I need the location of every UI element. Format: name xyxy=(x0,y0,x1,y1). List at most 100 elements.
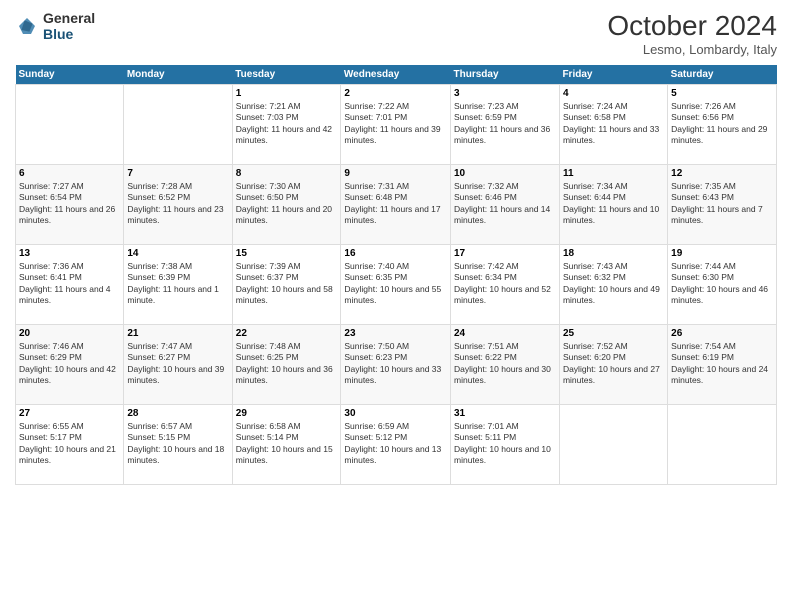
day-info: Sunrise: 7:21 AM Sunset: 7:03 PM Dayligh… xyxy=(236,101,338,147)
day-info: Sunrise: 7:46 AM Sunset: 6:29 PM Dayligh… xyxy=(19,341,120,387)
day-info: Sunrise: 6:57 AM Sunset: 5:15 PM Dayligh… xyxy=(127,421,228,467)
logo-blue: Blue xyxy=(43,26,95,42)
day-number: 29 xyxy=(236,408,338,419)
calendar-cell: 18 Sunrise: 7:43 AM Sunset: 6:32 PM Dayli… xyxy=(559,245,667,325)
day-number: 20 xyxy=(19,328,120,339)
calendar-cell: 29Sunrise: 6:58 AM Sunset: 5:14 PM Dayli… xyxy=(232,405,341,485)
day-info: Sunrise: 7:42 AM Sunset: 6:34 PM Dayligh… xyxy=(454,261,556,307)
month-title: October 2024 xyxy=(607,10,777,42)
day-number: 15 xyxy=(236,248,338,259)
day-info: Sunrise: 7:52 AM Sunset: 6:20 PM Dayligh… xyxy=(563,341,664,387)
day-number: 27 xyxy=(19,408,120,419)
day-info: Sunrise: 7:47 AM Sunset: 6:27 PM Dayligh… xyxy=(127,341,228,387)
day-number: 19 xyxy=(671,248,773,259)
calendar-cell: 23 Sunrise: 7:50 AM Sunset: 6:23 PM Dayli… xyxy=(341,325,451,405)
calendar-cell: 6Sunrise: 7:27 AM Sunset: 6:54 PM Daylig… xyxy=(16,165,124,245)
day-number: 1 xyxy=(236,88,338,99)
day-number: 2 xyxy=(344,88,447,99)
day-number: 22 xyxy=(236,328,338,339)
calendar-cell: 21 Sunrise: 7:47 AM Sunset: 6:27 PM Dayli… xyxy=(124,325,232,405)
main-container: General Blue October 2024 Lesmo, Lombard… xyxy=(0,0,792,612)
calendar-cell: 8 Sunrise: 7:30 AM Sunset: 6:50 PM Daylig… xyxy=(232,165,341,245)
day-number: 17 xyxy=(454,248,556,259)
calendar-week-row: 13Sunrise: 7:36 AM Sunset: 6:41 PM Dayli… xyxy=(16,245,777,325)
calendar-cell: 4 Sunrise: 7:24 AM Sunset: 6:58 PM Daylig… xyxy=(559,85,667,165)
calendar-cell: 9 Sunrise: 7:31 AM Sunset: 6:48 PM Daylig… xyxy=(341,165,451,245)
weekday-header: Thursday xyxy=(451,65,560,85)
calendar-cell: 10Sunrise: 7:32 AM Sunset: 6:46 PM Dayli… xyxy=(451,165,560,245)
calendar-week-row: 27 Sunrise: 6:55 AM Sunset: 5:17 PM Dayli… xyxy=(16,405,777,485)
day-info: Sunrise: 7:54 AM Sunset: 6:19 PM Dayligh… xyxy=(671,341,773,387)
day-number: 28 xyxy=(127,408,228,419)
header: General Blue October 2024 Lesmo, Lombard… xyxy=(15,10,777,57)
day-info: Sunrise: 7:26 AM Sunset: 6:56 PM Dayligh… xyxy=(671,101,773,147)
day-info: Sunrise: 7:50 AM Sunset: 6:23 PM Dayligh… xyxy=(344,341,447,387)
weekday-header: Sunday xyxy=(16,65,124,85)
weekday-header: Monday xyxy=(124,65,232,85)
calendar-cell: 30Sunrise: 6:59 AM Sunset: 5:12 PM Dayli… xyxy=(341,405,451,485)
day-info: Sunrise: 7:32 AM Sunset: 6:46 PM Dayligh… xyxy=(454,181,556,227)
day-number: 4 xyxy=(563,88,664,99)
calendar-cell: 26 Sunrise: 7:54 AM Sunset: 6:19 PM Dayli… xyxy=(668,325,777,405)
weekday-header: Wednesday xyxy=(341,65,451,85)
calendar-cell: 15 Sunrise: 7:39 AM Sunset: 6:37 PM Dayli… xyxy=(232,245,341,325)
calendar-cell: 20 Sunrise: 7:46 AM Sunset: 6:29 PM Dayli… xyxy=(16,325,124,405)
weekday-header: Saturday xyxy=(668,65,777,85)
calendar-cell: 3 Sunrise: 7:23 AM Sunset: 6:59 PM Daylig… xyxy=(451,85,560,165)
day-number: 31 xyxy=(454,408,556,419)
day-number: 6 xyxy=(19,168,120,179)
calendar-cell: 1 Sunrise: 7:21 AM Sunset: 7:03 PM Daylig… xyxy=(232,85,341,165)
calendar-cell: 13Sunrise: 7:36 AM Sunset: 6:41 PM Dayli… xyxy=(16,245,124,325)
day-info: Sunrise: 7:39 AM Sunset: 6:37 PM Dayligh… xyxy=(236,261,338,307)
day-info: Sunrise: 7:22 AM Sunset: 7:01 PM Dayligh… xyxy=(344,101,447,147)
calendar-cell: 11Sunrise: 7:34 AM Sunset: 6:44 PM Dayli… xyxy=(559,165,667,245)
day-number: 5 xyxy=(671,88,773,99)
weekday-header: Tuesday xyxy=(232,65,341,85)
day-info: Sunrise: 7:28 AM Sunset: 6:52 PM Dayligh… xyxy=(127,181,228,227)
location: Lesmo, Lombardy, Italy xyxy=(607,42,777,57)
day-number: 14 xyxy=(127,248,228,259)
calendar-cell: 5 Sunrise: 7:26 AM Sunset: 6:56 PM Daylig… xyxy=(668,85,777,165)
calendar-cell: 24 Sunrise: 7:51 AM Sunset: 6:22 PM Dayli… xyxy=(451,325,560,405)
day-number: 21 xyxy=(127,328,228,339)
calendar-cell xyxy=(668,405,777,485)
day-info: Sunrise: 7:24 AM Sunset: 6:58 PM Dayligh… xyxy=(563,101,664,147)
day-number: 9 xyxy=(344,168,447,179)
weekday-header-row: SundayMondayTuesdayWednesdayThursdayFrid… xyxy=(16,65,777,85)
calendar-cell: 19 Sunrise: 7:44 AM Sunset: 6:30 PM Dayli… xyxy=(668,245,777,325)
day-info: Sunrise: 7:34 AM Sunset: 6:44 PM Dayligh… xyxy=(563,181,664,227)
day-number: 7 xyxy=(127,168,228,179)
day-number: 12 xyxy=(671,168,773,179)
day-info: Sunrise: 7:43 AM Sunset: 6:32 PM Dayligh… xyxy=(563,261,664,307)
day-info: Sunrise: 6:59 AM Sunset: 5:12 PM Dayligh… xyxy=(344,421,447,467)
day-number: 16 xyxy=(344,248,447,259)
calendar-cell xyxy=(124,85,232,165)
calendar-cell: 7 Sunrise: 7:28 AM Sunset: 6:52 PM Daylig… xyxy=(124,165,232,245)
calendar-cell xyxy=(559,405,667,485)
day-number: 3 xyxy=(454,88,556,99)
day-info: Sunrise: 7:35 AM Sunset: 6:43 PM Dayligh… xyxy=(671,181,773,227)
day-info: Sunrise: 7:23 AM Sunset: 6:59 PM Dayligh… xyxy=(454,101,556,147)
weekday-header: Friday xyxy=(559,65,667,85)
day-info: Sunrise: 7:01 AM Sunset: 5:11 PM Dayligh… xyxy=(454,421,556,467)
day-number: 23 xyxy=(344,328,447,339)
day-info: Sunrise: 7:31 AM Sunset: 6:48 PM Dayligh… xyxy=(344,181,447,227)
calendar-table: SundayMondayTuesdayWednesdayThursdayFrid… xyxy=(15,65,777,485)
day-number: 18 xyxy=(563,248,664,259)
logo-general: General xyxy=(43,10,95,26)
day-number: 26 xyxy=(671,328,773,339)
day-number: 24 xyxy=(454,328,556,339)
calendar-cell: 25 Sunrise: 7:52 AM Sunset: 6:20 PM Dayli… xyxy=(559,325,667,405)
calendar-cell: 17 Sunrise: 7:42 AM Sunset: 6:34 PM Dayli… xyxy=(451,245,560,325)
day-info: Sunrise: 7:30 AM Sunset: 6:50 PM Dayligh… xyxy=(236,181,338,227)
calendar-cell: 2 Sunrise: 7:22 AM Sunset: 7:01 PM Daylig… xyxy=(341,85,451,165)
day-info: Sunrise: 7:40 AM Sunset: 6:35 PM Dayligh… xyxy=(344,261,447,307)
day-number: 25 xyxy=(563,328,664,339)
day-info: Sunrise: 7:51 AM Sunset: 6:22 PM Dayligh… xyxy=(454,341,556,387)
logo-text: General Blue xyxy=(43,10,95,42)
day-info: Sunrise: 6:55 AM Sunset: 5:17 PM Dayligh… xyxy=(19,421,120,467)
day-info: Sunrise: 7:36 AM Sunset: 6:41 PM Dayligh… xyxy=(19,261,120,307)
day-info: Sunrise: 7:44 AM Sunset: 6:30 PM Dayligh… xyxy=(671,261,773,307)
day-number: 8 xyxy=(236,168,338,179)
calendar-cell: 14Sunrise: 7:38 AM Sunset: 6:39 PM Dayli… xyxy=(124,245,232,325)
